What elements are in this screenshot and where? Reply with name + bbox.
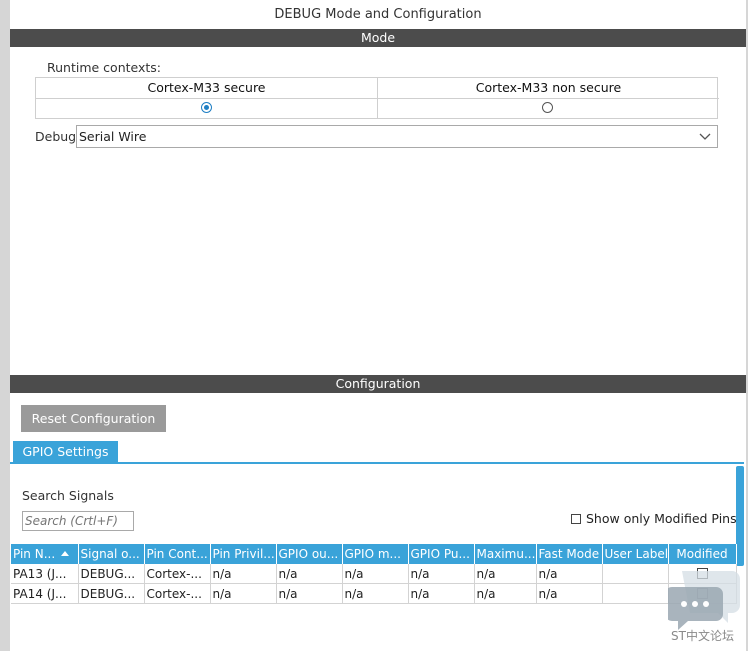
context-secure-label: Cortex-M33 secure: [36, 78, 377, 99]
table-cell: n/a: [342, 564, 409, 584]
show-modified-option[interactable]: Show only Modified Pins: [571, 511, 737, 526]
table-cell: [602, 564, 669, 584]
table-cell: n/a: [210, 583, 277, 604]
column-header[interactable]: Modified: [668, 544, 737, 564]
column-header[interactable]: Maximu...: [474, 544, 537, 564]
column-header[interactable]: GPIO Pu...: [408, 544, 475, 564]
table-cell: PA14 (J...: [11, 583, 79, 604]
context-nonsecure-label: Cortex-M33 non secure: [378, 78, 719, 99]
column-header[interactable]: User Label: [602, 544, 669, 564]
watermark-text: ST中文论坛: [671, 629, 734, 643]
table-cell: n/a: [276, 583, 343, 604]
column-header[interactable]: GPIO m...: [342, 544, 409, 564]
chevron-down-icon: [699, 133, 711, 140]
table-cell: n/a: [536, 564, 603, 584]
show-modified-label: Show only Modified Pins: [586, 511, 737, 526]
vertical-scrollbar[interactable]: [736, 466, 744, 566]
table-row[interactable]: PA13 (J... DEBUG... Cortex-... n/a n/a n…: [11, 564, 737, 584]
debug-select[interactable]: Serial Wire: [76, 125, 718, 148]
table-cell: PA13 (J...: [11, 564, 79, 584]
table-cell: n/a: [474, 583, 537, 604]
left-border: [0, 0, 10, 651]
context-secure-cell: Cortex-M33 secure: [36, 78, 377, 118]
reset-configuration-button[interactable]: Reset Configuration: [21, 405, 166, 432]
table-cell: DEBUG...: [78, 583, 145, 604]
column-header[interactable]: Pin Privil...: [210, 544, 277, 564]
tab-gpio-settings[interactable]: GPIO Settings: [13, 441, 118, 463]
table-cell: n/a: [408, 564, 475, 584]
tab-underline: [10, 462, 744, 464]
table-cell: n/a: [210, 564, 277, 584]
table-cell: DEBUG...: [78, 564, 145, 584]
column-header[interactable]: GPIO ou...: [276, 544, 343, 564]
table-cell: Cortex-...: [144, 583, 211, 604]
column-header[interactable]: Pin N...: [11, 544, 79, 564]
debug-select-value: Serial Wire: [79, 129, 147, 144]
table-cell: Cortex-...: [144, 564, 211, 584]
column-header[interactable]: Fast Mode: [536, 544, 603, 564]
gpio-table: Pin N... Signal o... Pin Cont... Pin Pri…: [11, 544, 737, 604]
table-cell: n/a: [276, 564, 343, 584]
context-nonsecure-cell: Cortex-M33 non secure: [377, 78, 719, 118]
search-input[interactable]: [22, 511, 134, 531]
sort-asc-icon: [61, 551, 70, 556]
runtime-contexts-table: Cortex-M33 secure Cortex-M33 non secure: [35, 77, 719, 119]
table-row[interactable]: PA14 (J... DEBUG... Cortex-... n/a n/a n…: [11, 583, 737, 604]
table-cell: n/a: [408, 583, 475, 604]
table-cell: n/a: [342, 583, 409, 604]
column-header[interactable]: Pin Cont...: [144, 544, 211, 564]
table-cell: [602, 583, 669, 604]
radio-selected-dot: [204, 105, 209, 110]
table-cell: n/a: [536, 583, 603, 604]
mode-header: Mode: [10, 29, 746, 47]
show-modified-checkbox[interactable]: [571, 514, 581, 524]
search-signals-label: Search Signals: [22, 488, 114, 503]
column-header[interactable]: Signal o...: [78, 544, 145, 564]
context-secure-radio[interactable]: [201, 102, 212, 113]
runtime-contexts-label: Runtime contexts:: [47, 60, 162, 75]
context-nonsecure-radio[interactable]: [542, 102, 553, 113]
configuration-header: Configuration: [10, 375, 746, 393]
table-header-row: Pin N... Signal o... Pin Cont... Pin Pri…: [11, 544, 737, 564]
debug-label: Debug: [35, 129, 77, 144]
window-title: DEBUG Mode and Configuration: [274, 7, 482, 22]
table-cell: n/a: [474, 564, 537, 584]
